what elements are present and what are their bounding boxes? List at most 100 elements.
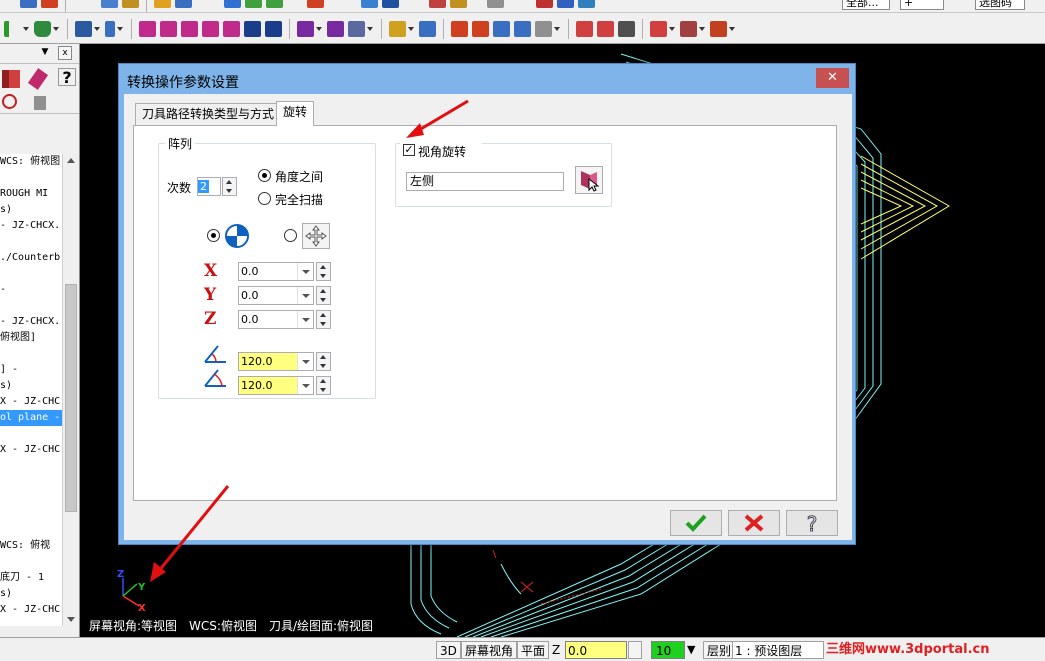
help-icon[interactable]: ?	[58, 68, 76, 87]
panel-close-button[interactable]: x	[58, 46, 72, 60]
view-name-field[interactable]: 左侧	[406, 172, 564, 191]
tree-item[interactable]: WCS: 俯视	[0, 538, 62, 554]
count-field[interactable]: 2	[197, 177, 221, 196]
scale-icon[interactable]	[202, 21, 219, 37]
tree-item[interactable]: -	[0, 282, 62, 298]
tree-horizontal-scrollbar[interactable]	[0, 626, 79, 637]
tree-item[interactable]: s)	[0, 202, 62, 218]
tree-item[interactable]	[0, 266, 62, 282]
z-depth-field[interactable]: 0.0	[565, 641, 627, 659]
z-dropdown-icon[interactable]	[628, 641, 642, 659]
cube-icon[interactable]	[618, 21, 635, 37]
tree-item[interactable]: ] -	[0, 362, 62, 378]
light-icon[interactable]	[389, 21, 406, 37]
sphere-icon[interactable]	[361, 0, 378, 8]
dimension-icon[interactable]	[297, 21, 314, 37]
radio-between-angles[interactable]	[258, 169, 271, 182]
fillet-icon[interactable]	[4, 21, 21, 37]
x-spinner[interactable]	[316, 262, 331, 281]
tree-item[interactable]	[0, 458, 62, 474]
tree-item[interactable]: X - JZ-CHC	[0, 602, 62, 618]
x-coordinate-field[interactable]: 0.0	[238, 262, 314, 281]
z-dropdown-icon[interactable]	[297, 311, 313, 328]
tree-item[interactable]: X - JZ-CHC	[0, 442, 62, 458]
redo-icon[interactable]	[175, 0, 192, 8]
undo-icon[interactable]	[154, 0, 171, 8]
layer-field[interactable]: 1 : 预设图层	[732, 641, 824, 659]
fillet-dropdown-icon[interactable]	[23, 27, 29, 31]
tree-item[interactable]: 俯视图]	[0, 330, 62, 346]
surface-icon[interactable]	[576, 21, 593, 37]
tree-item[interactable]	[0, 426, 62, 442]
ok-button[interactable]	[670, 510, 722, 536]
y-coordinate-field[interactable]: 0.0	[238, 286, 314, 305]
hatch-icon[interactable]	[680, 21, 697, 37]
color-field[interactable]: 10	[651, 641, 685, 659]
tree-item[interactable]: - JZ-CHCX.	[0, 314, 62, 330]
scroll-down-icon[interactable]	[67, 617, 75, 622]
sweep-angle-spinner[interactable]	[316, 376, 331, 395]
shade-icon[interactable]	[245, 0, 262, 8]
select-icon[interactable]	[2, 94, 17, 109]
mask-combo[interactable]: +	[900, 0, 944, 10]
translate-icon[interactable]	[139, 21, 156, 37]
radio-pick-point[interactable]	[284, 229, 297, 242]
break-icon[interactable]	[105, 21, 115, 37]
start-angle-spinner[interactable]	[316, 352, 331, 371]
count-spinner[interactable]	[222, 177, 237, 196]
view-icon[interactable]	[224, 0, 241, 8]
screen-icon[interactable]	[493, 21, 510, 37]
tree-item[interactable]	[0, 346, 62, 362]
plane-button[interactable]: 平面	[517, 641, 550, 659]
z-coordinate-field[interactable]: 0.0	[238, 310, 314, 329]
transform-icon[interactable]	[348, 21, 365, 37]
y-dropdown-icon[interactable]	[297, 287, 313, 304]
layer-icon[interactable]	[557, 0, 574, 8]
z-spinner[interactable]	[316, 310, 331, 329]
mark-icon[interactable]	[536, 0, 553, 8]
measure-icon[interactable]	[514, 21, 531, 37]
edit-icon[interactable]	[122, 0, 139, 8]
toolpath-icon[interactable]	[2, 70, 20, 88]
layer-button[interactable]: 层别	[703, 641, 736, 659]
pencil-icon[interactable]	[429, 0, 446, 8]
grid-icon[interactable]	[327, 21, 344, 37]
tree-item[interactable]: s)	[0, 586, 62, 602]
y-spinner[interactable]	[316, 286, 331, 305]
mirror-icon[interactable]	[181, 21, 198, 37]
help-button[interactable]: ?	[786, 510, 838, 537]
operations-tree[interactable]: WCS: 俯视图 ROUGH MI s) - JZ-CHCX. ./Counterb -…	[0, 154, 62, 626]
tree-item[interactable]	[0, 554, 62, 570]
cylinder-icon[interactable]	[34, 21, 51, 37]
tree-item[interactable]	[0, 298, 62, 314]
shading-icon[interactable]	[597, 21, 614, 37]
origin-icon[interactable]	[224, 223, 250, 249]
trim-icon[interactable]	[75, 21, 92, 37]
tree-item[interactable]	[0, 474, 62, 490]
globe-icon[interactable]	[382, 0, 399, 8]
tree-item[interactable]: ROUGH MI	[0, 186, 62, 202]
lock-toolpath-icon[interactable]	[27, 68, 49, 90]
tree-item[interactable]: WCS: 俯视图	[0, 154, 62, 170]
resize-icon[interactable]	[419, 21, 436, 37]
selection-mode-combo[interactable]: 全部...	[842, 0, 890, 10]
level-icon[interactable]	[578, 0, 595, 8]
tool-icon[interactable]	[450, 0, 467, 8]
offset-icon[interactable]	[223, 21, 240, 37]
view-cube-icon[interactable]	[650, 21, 667, 37]
wireframe-icon[interactable]	[101, 0, 118, 8]
selection-filter-combo[interactable]: 选图码	[975, 0, 1025, 10]
color-dropdown-icon[interactable]: ▼	[687, 641, 695, 659]
dialog-close-button[interactable]: ✕	[816, 68, 849, 88]
target-icon[interactable]	[307, 0, 324, 8]
tree-item[interactable]: ./Counterb	[0, 250, 62, 266]
table-icon[interactable]	[451, 21, 468, 37]
project-icon[interactable]	[265, 21, 282, 37]
cancel-button[interactable]	[728, 510, 780, 536]
scroll-thumb[interactable]	[65, 284, 77, 512]
tree-item[interactable]: 底刀 - 1	[0, 570, 62, 586]
tree-item[interactable]: X - JZ-CHC	[0, 394, 62, 410]
copy-icon[interactable]	[20, 0, 37, 8]
radio-full-sweep[interactable]	[258, 192, 271, 205]
filter-icon[interactable]	[34, 96, 46, 110]
